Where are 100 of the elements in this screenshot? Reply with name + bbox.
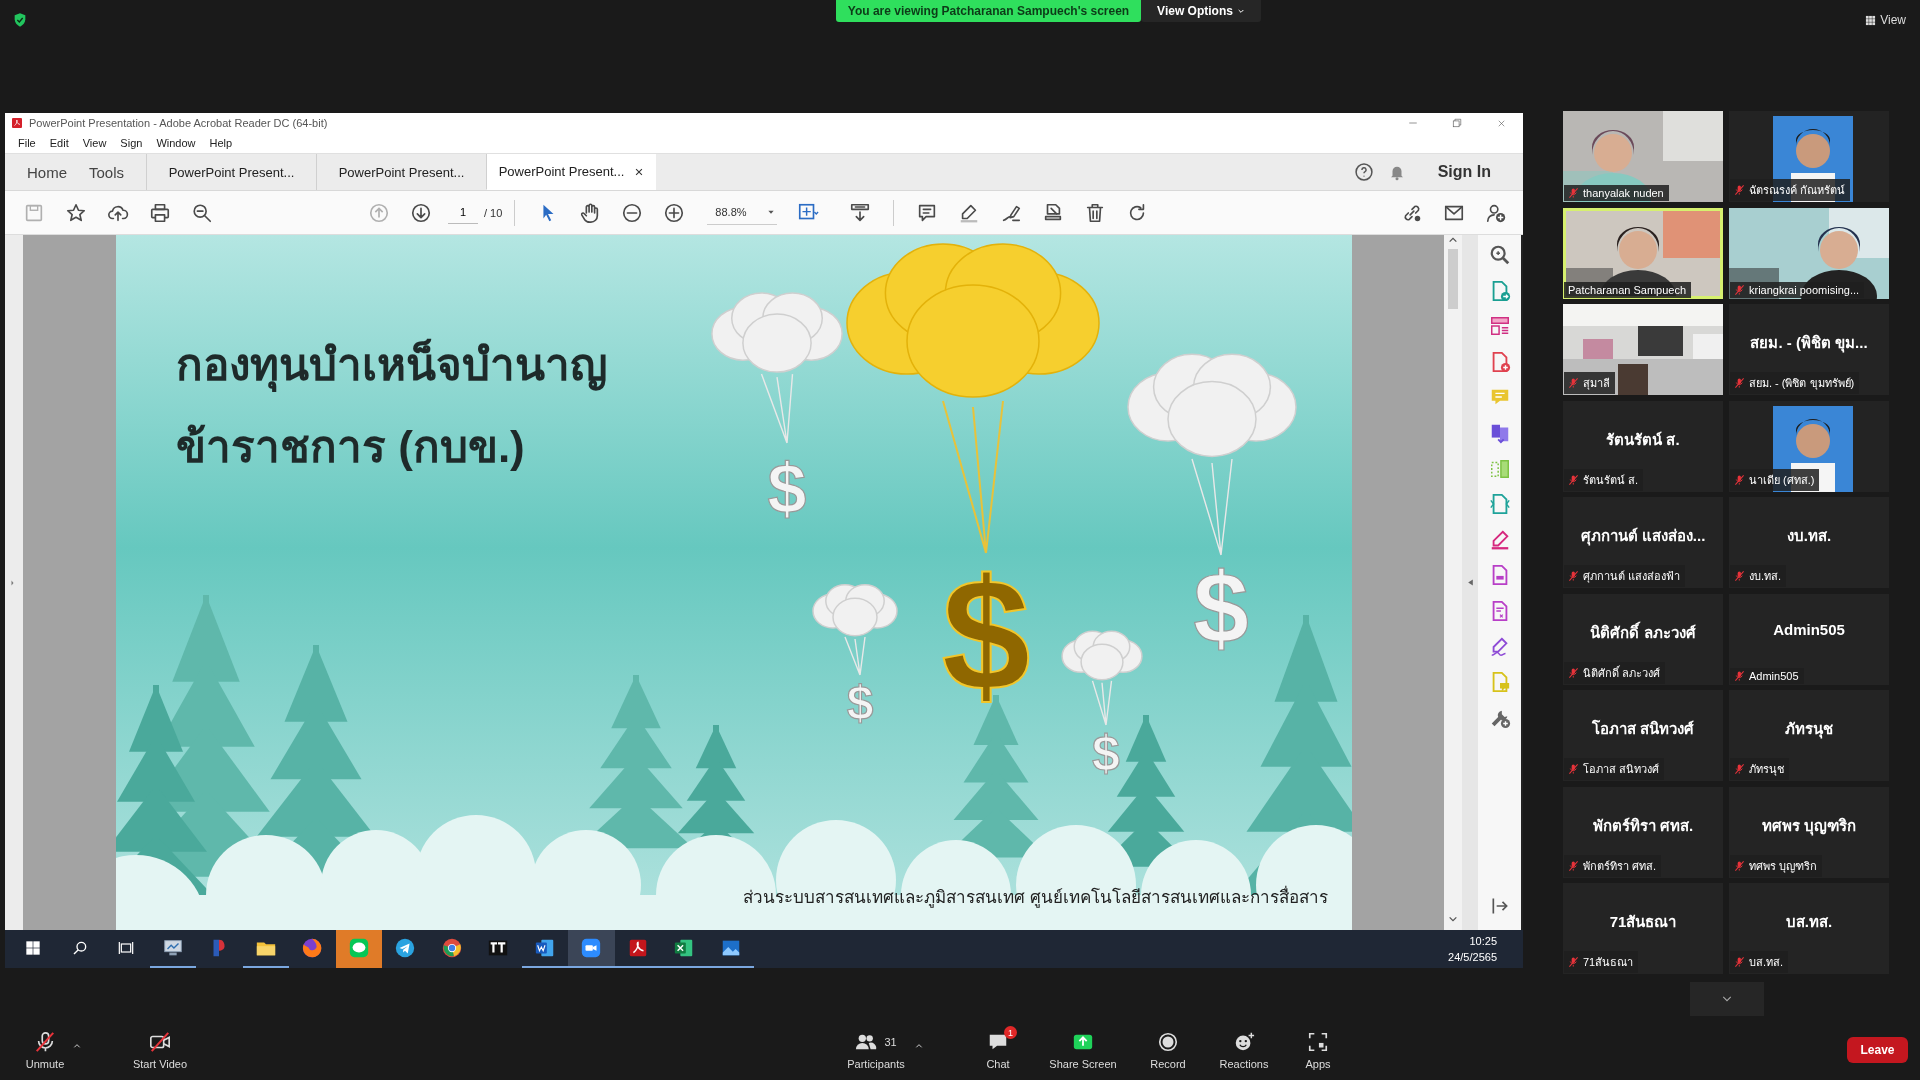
display-name: Admin505 (1772, 620, 1846, 638)
view-button[interactable]: View (1865, 13, 1906, 27)
paper-plane-icon (394, 937, 417, 959)
browser-icon (301, 937, 324, 959)
close-icon[interactable] (634, 166, 645, 177)
task-view-icon (118, 940, 135, 956)
menu-item[interactable]: Help (202, 137, 240, 149)
participant-name: สุมาลี (1583, 376, 1610, 392)
help-icon[interactable] (1353, 162, 1374, 182)
layout-icon[interactable] (1488, 315, 1511, 338)
menu-item[interactable]: Sign (113, 137, 150, 149)
nav-tab[interactable]: Tools (67, 154, 125, 190)
zoom-out-icon[interactable] (621, 201, 644, 224)
display-name: พักตร์ทิรา ศทส. (1591, 815, 1695, 836)
display-name: ทศพร บุญฑริก (1760, 815, 1858, 838)
video-camera-icon (580, 937, 603, 959)
muted-microphone-icon (1734, 473, 1745, 486)
muted-microphone-icon (1568, 377, 1579, 389)
muted-microphone-icon (1734, 377, 1745, 389)
pdf-icon (11, 117, 23, 129)
browser-icon (440, 937, 463, 959)
smiley-icon (1233, 1031, 1255, 1053)
document-scan-icon[interactable] (1488, 493, 1511, 516)
document-tab[interactable]: PowerPoint Present... (486, 154, 657, 190)
muted-microphone-icon (1734, 570, 1745, 582)
dollar-sign: $ (767, 450, 807, 528)
search-icon[interactable] (1488, 244, 1511, 266)
apps-button[interactable]: Apps (1294, 1030, 1342, 1070)
participant-name: ศุภกานต์ แสงส่องฟ้า (1583, 569, 1681, 585)
participant-count: 31 (884, 1036, 897, 1048)
participant-name: โอภาส สนิทวงศ์ (1583, 762, 1660, 777)
caret-up-icon[interactable] (72, 1042, 82, 1050)
participant-name: นิติศักดิ์ ลภะวงศ์ (1583, 664, 1661, 681)
menu-item[interactable]: Window (149, 137, 203, 149)
nav-tab[interactable]: Home (5, 154, 67, 190)
display-name: งบ.ทส. (1785, 526, 1833, 546)
scroll-down-icon[interactable] (1448, 914, 1458, 924)
video-button[interactable]: Start Video (120, 1030, 200, 1070)
caret-up-icon[interactable] (914, 1042, 924, 1050)
participants-button[interactable]: 31 Participants (840, 1030, 912, 1070)
slide-title: กองทุนบำเหน็จบำนาญ ข้าราชการ (กบข.) (176, 340, 607, 471)
muted-microphone-icon (1568, 859, 1579, 872)
zoom-in-icon[interactable] (663, 201, 686, 224)
screen-share-banner: You are viewing Patcharanan Sampuech's screen (836, 0, 1141, 22)
view-options-button[interactable]: View Options (1141, 0, 1261, 22)
document-app-icon (533, 937, 556, 959)
menu-item[interactable]: Edit (42, 137, 76, 149)
muted-microphone-icon (1734, 763, 1745, 775)
participant-name: งบ.ทส. (1749, 569, 1782, 584)
page-down-icon[interactable] (410, 201, 432, 224)
participant-name: Patcharanan Sampuech (1568, 283, 1687, 296)
mic-button[interactable]: Unmute (20, 1030, 70, 1070)
participant-name: thanyalak nuden (1583, 187, 1664, 199)
scroll-icon[interactable] (849, 201, 872, 224)
clock-time: 10:25 (1468, 934, 1497, 949)
muted-microphone-icon (1568, 473, 1579, 486)
leave-button[interactable]: Leave (1847, 1037, 1908, 1063)
page-count: / 10 (484, 206, 503, 219)
collapse-icon[interactable] (1466, 577, 1474, 588)
participant-name: ฉัตรณรงค์ กัณหรัตน์ (1749, 183, 1846, 198)
muted-microphone-icon (1568, 666, 1579, 679)
window-title: PowerPoint Presentation - Adobe Acrobat Reader DC (64-bit) (29, 117, 328, 129)
taskbar-app-button[interactable] (568, 930, 615, 968)
display-name: สยม. - (พิชิต ขุม... (1749, 333, 1869, 355)
participant-name: Admin505 (1749, 669, 1799, 682)
notification-badge: 1 (1004, 1026, 1017, 1039)
scrollbar-thumb[interactable] (1448, 249, 1458, 309)
muted-microphone-icon (1734, 956, 1745, 968)
participant-name: บส.ทส. (1749, 955, 1784, 970)
muted-microphone-icon (1568, 763, 1579, 775)
display-name: ศุภกานต์ แสงส่อง... (1579, 526, 1707, 548)
sign-in-button[interactable]: Sign In (1431, 162, 1497, 182)
star-icon[interactable] (65, 201, 87, 224)
reactions-button[interactable]: Reactions (1214, 1030, 1274, 1070)
taskbar-app-button[interactable] (335, 930, 382, 968)
dollar-sign: $ (941, 545, 1031, 724)
participant-name: kriangkrai poomising... (1749, 283, 1860, 296)
print-icon[interactable] (149, 201, 171, 224)
display-name: 71สันธณา (1608, 912, 1678, 932)
dollar-sign: $ (1092, 725, 1120, 781)
display-name: นิติศักดิ์ ลภะวงศ์ (1589, 620, 1697, 643)
share-screen-button[interactable]: Share Screen (1044, 1030, 1122, 1070)
participant-name: ภัทรนุช (1749, 762, 1784, 778)
page-number-field[interactable]: 1 (448, 201, 478, 224)
clock-date: 24/5/2565 (1447, 950, 1497, 965)
caret-icon (767, 208, 776, 216)
muted-microphone-icon (1568, 187, 1579, 199)
zoom-dropdown[interactable]: 88.8% (707, 200, 778, 225)
menu-item[interactable]: View (75, 137, 114, 149)
display-name: ภัทรนุช (1784, 719, 1834, 741)
zoom-out-icon[interactable] (191, 201, 213, 224)
muted-microphone-icon (1734, 859, 1745, 872)
scroll-up-icon[interactable] (1448, 235, 1458, 245)
menu-item[interactable]: File (11, 137, 43, 149)
display-name: รัตนรัตน์ ส. (1605, 429, 1681, 450)
restore-icon (1452, 118, 1462, 128)
record-button[interactable]: Record (1142, 1030, 1194, 1070)
grid-icon (1865, 14, 1877, 26)
search-icon (71, 940, 88, 956)
shield-icon (12, 12, 28, 28)
